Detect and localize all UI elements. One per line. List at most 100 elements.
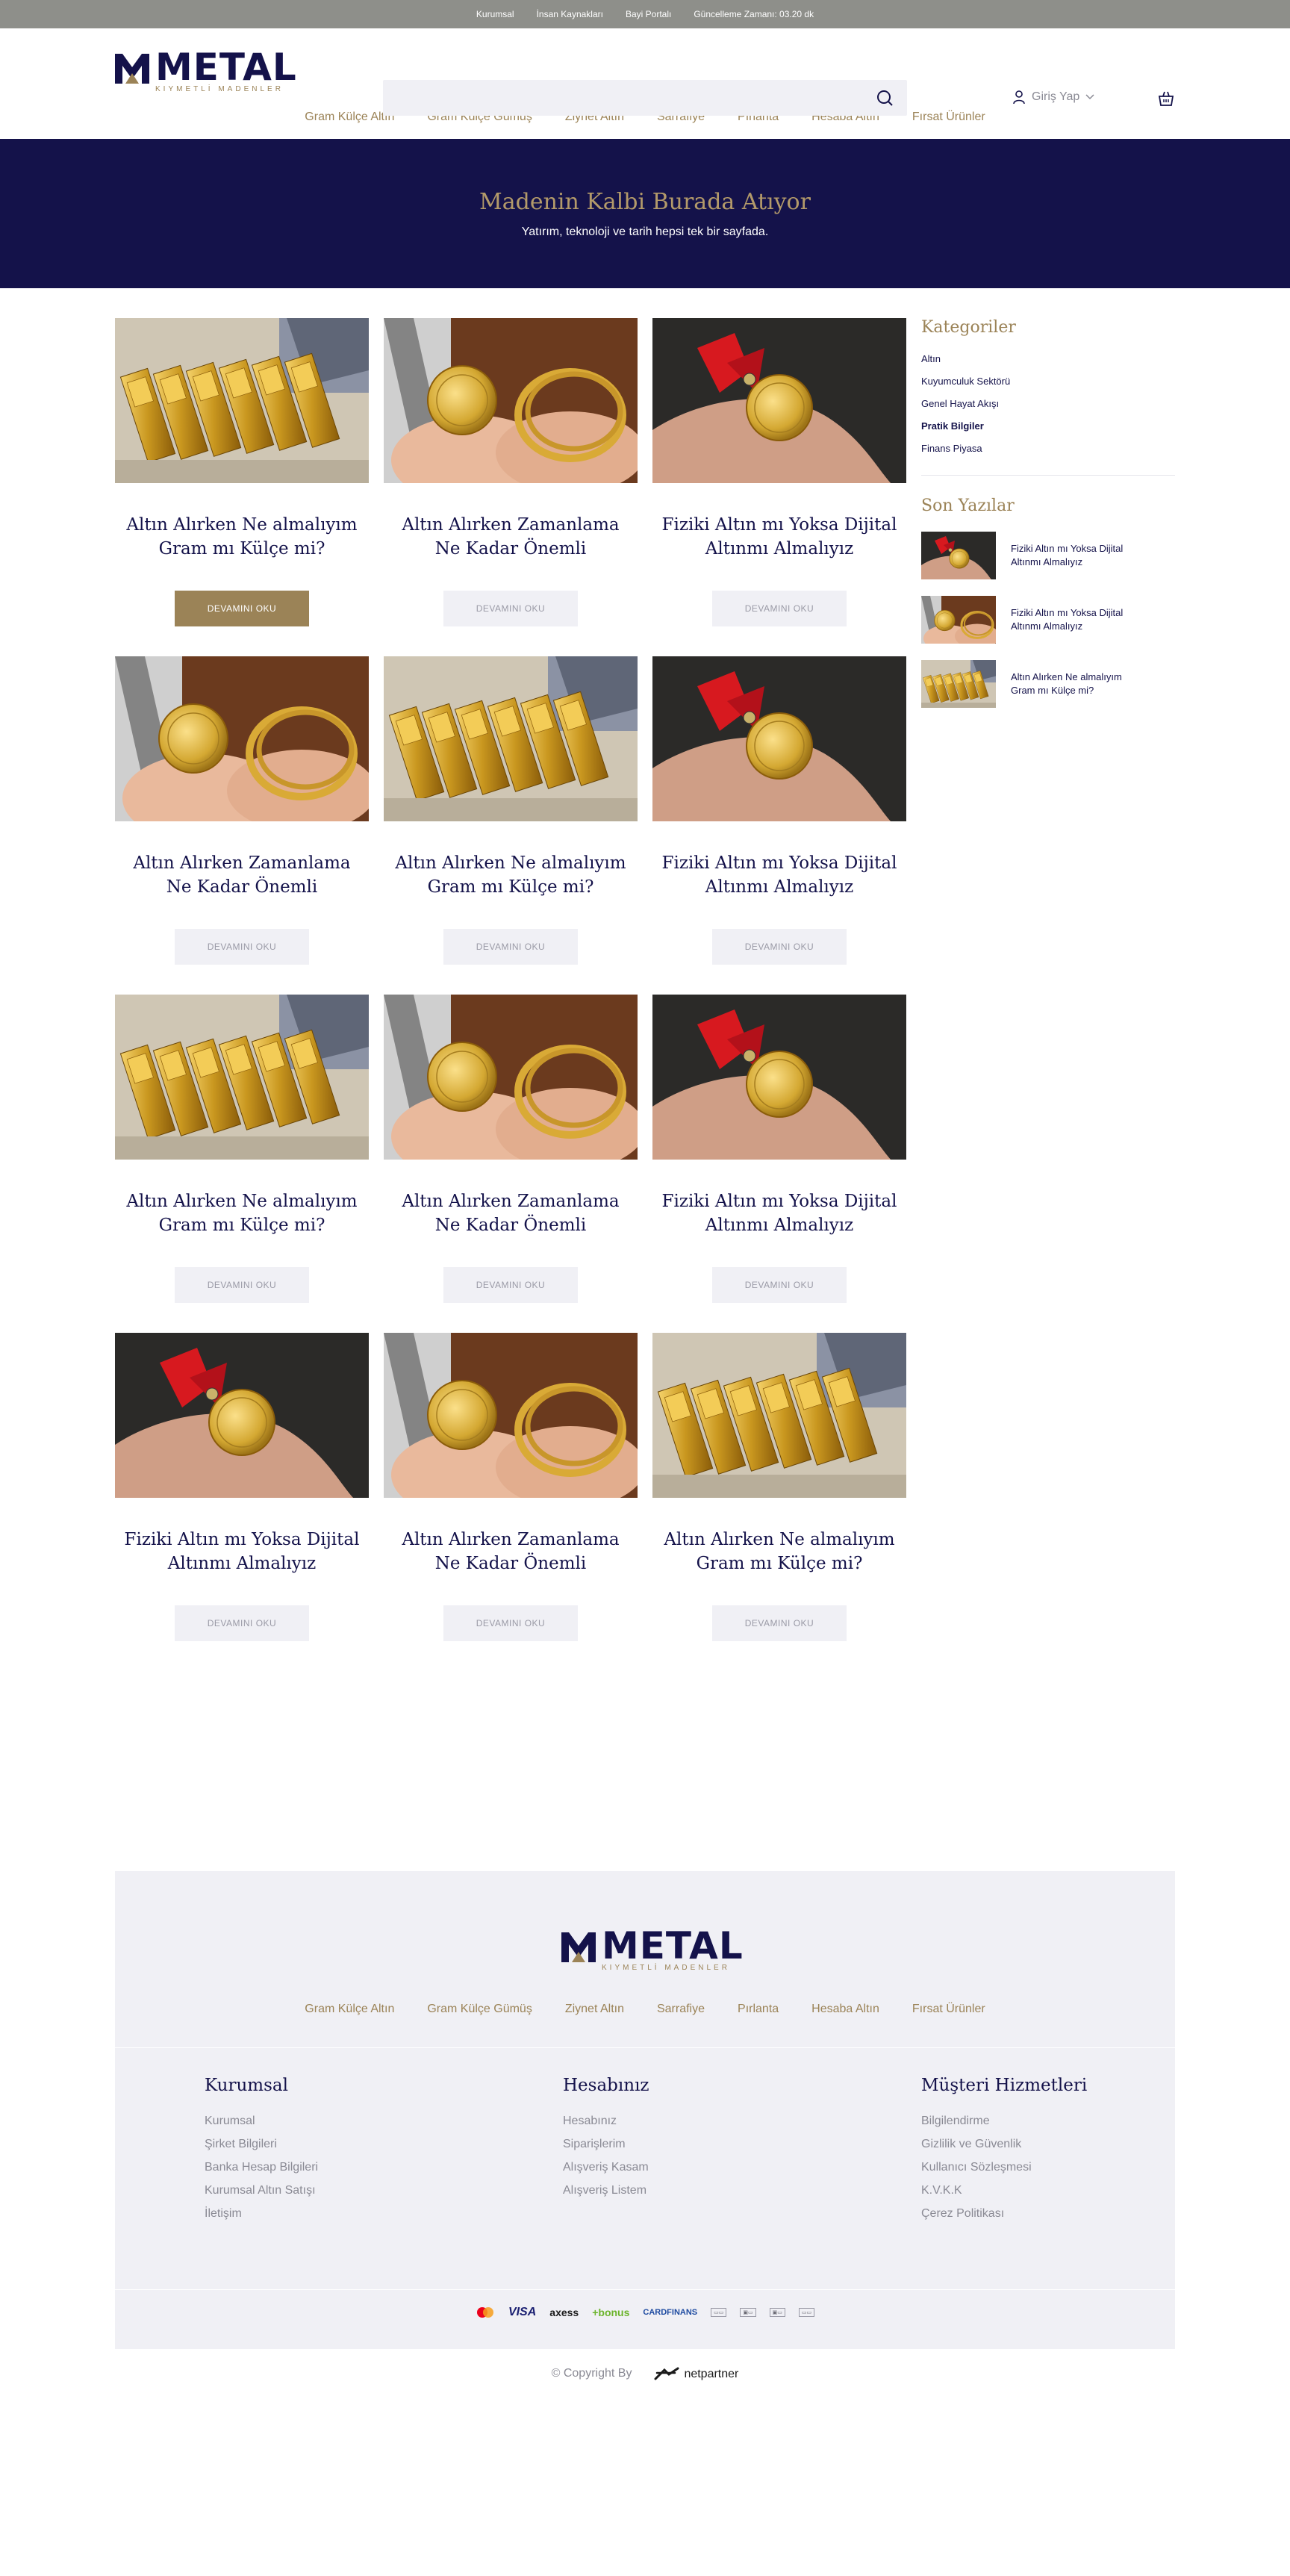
post-title-line: Ne Kadar Önemli [434,1554,587,1574]
post-image[interactable] [384,1333,638,1499]
read-more-button[interactable]: DEVAMINI OKU [175,1605,309,1641]
post-title[interactable]: Altın Alırken Ne almalıyım Gram mı Külçe… [122,1189,361,1237]
nav-item-gram-gold-bar[interactable]: Gram Külçe Altın [305,111,394,124]
post-title[interactable]: Altın Alırken Zamanlama Ne Kadar Önemli [122,851,361,899]
recent-post-item[interactable]: Fiziki Altın mı Yoksa Dijital Altınmı Al… [921,532,1175,579]
footer-link[interactable]: K.V.K.K [921,2184,1087,2197]
category-link[interactable]: Altın [921,353,1175,364]
post-title[interactable]: Altın Alırken Zamanlama Ne Kadar Önemli [391,513,630,561]
post-image[interactable] [652,318,906,484]
topbar-link-corporate[interactable]: Kurumsal [476,9,514,19]
topbar-link-dealer-portal[interactable]: Bayi Portalı [626,9,671,19]
read-more-button[interactable]: DEVAMINI OKU [712,929,847,965]
post-title-line: Altın Alırken Ne almalıyım [126,1192,358,1212]
post-image[interactable] [115,656,369,822]
footer-link[interactable]: İletişim [205,2207,318,2221]
footer-link[interactable]: Kurumsal [205,2115,318,2128]
blog-post-card: Fiziki Altın mı Yoksa Dijital Altınmı Al… [115,1333,369,1641]
category-link[interactable]: Genel Hayat Akışı [921,398,1175,409]
recent-post-title-line: Altınmı Almalıyız [1011,620,1083,632]
footer-column-corporate: Kurumsal Kurumsal Şirket Bilgileri Banka… [205,2076,318,2230]
post-image[interactable] [384,656,638,822]
category-link[interactable]: Kuyumculuk Sektörü [921,376,1175,387]
site-logo[interactable]: METAL KIYMETLİ MADENLER [115,49,297,93]
footer-logo[interactable]: METAL KIYMETLİ MADENLER [561,1924,744,1972]
footer-nav-diamond[interactable]: Pırlanta [738,2003,779,2016]
footer-nav-gold-account[interactable]: Hesaba Altın [811,2003,879,2016]
read-more-button[interactable]: DEVAMINI OKU [712,591,847,626]
cart-icon[interactable] [1157,90,1175,108]
read-more-button[interactable]: DEVAMINI OKU [175,1267,309,1303]
recent-post-title[interactable]: Altın Alırken Ne almalıyım Gram mı Külçe… [1011,671,1160,697]
post-title[interactable]: Altın Alırken Ne almalıyım Gram mı Külçe… [122,513,361,561]
footer-link[interactable]: Alışveriş Listem [563,2184,649,2197]
nav-item-deals[interactable]: Fırsat Ürünler [912,111,985,124]
read-more-button[interactable]: DEVAMINI OKU [712,1267,847,1303]
post-title-line: Altın Alırken Ne almalıyım [395,853,626,874]
recent-post-thumbnail[interactable] [921,532,996,579]
login-button[interactable]: Giriş Yap [1012,90,1094,105]
post-title[interactable]: Altın Alırken Zamanlama Ne Kadar Önemli [391,1528,630,1575]
search-input[interactable] [383,80,907,116]
footer-nav-gram-gold-bar[interactable]: Gram Külçe Altın [305,2003,394,2016]
post-title[interactable]: Fiziki Altın mı Yoksa Dijital Altınmı Al… [122,1528,361,1575]
read-more-button[interactable]: DEVAMINI OKU [443,591,578,626]
post-image[interactable] [115,318,369,484]
footer-link[interactable]: Kullanıcı Sözleşmesi [921,2161,1087,2174]
recent-post-title[interactable]: Fiziki Altın mı Yoksa Dijital Altınmı Al… [1011,606,1160,633]
footer-nav-deals[interactable]: Fırsat Ürünler [912,2003,985,2016]
post-title-line: Fiziki Altın mı Yoksa Dijital [661,1192,897,1212]
read-more-button[interactable]: DEVAMINI OKU [443,1267,578,1303]
blog-post-card: Fiziki Altın mı Yoksa Dijital Altınmı Al… [652,995,906,1303]
hero-title: Madenin Kalbi Burada Atıyor [479,188,811,215]
post-title[interactable]: Altın Alırken Zamanlama Ne Kadar Önemli [391,1189,630,1237]
category-link[interactable]: Finans Piyasa [921,443,1175,454]
recent-post-thumbnail[interactable] [921,596,996,644]
post-title-line: Altınmı Almalıyız [705,539,854,559]
footer-link[interactable]: Şirket Bilgileri [205,2138,318,2151]
post-image[interactable] [115,995,369,1160]
post-title[interactable]: Altın Alırken Ne almalıyım Gram mı Külçe… [391,851,630,899]
read-more-button[interactable]: DEVAMINI OKU [175,591,309,626]
footer-link[interactable]: Banka Hesap Bilgileri [205,2161,318,2174]
footer-link[interactable]: Kurumsal Altın Satışı [205,2184,318,2197]
post-title[interactable]: Altın Alırken Ne almalıyım Gram mı Külçe… [660,1528,899,1575]
recent-post-item[interactable]: Fiziki Altın mı Yoksa Dijital Altınmı Al… [921,596,1175,644]
top-bar: Kurumsal İnsan Kaynakları Bayi Portalı G… [0,0,1290,28]
footer-link[interactable]: Çerez Politikası [921,2207,1087,2221]
chevron-down-icon [1085,94,1094,100]
read-more-button[interactable]: DEVAMINI OKU [443,929,578,965]
topbar-link-hr[interactable]: İnsan Kaynakları [537,9,603,19]
footer-nav-ziynet-gold[interactable]: Ziynet Altın [565,2003,624,2016]
post-title[interactable]: Fiziki Altın mı Yoksa Dijital Altınmı Al… [660,1189,899,1237]
post-image[interactable] [652,1333,906,1499]
footer-link[interactable]: Alışveriş Kasam [563,2161,649,2174]
recent-post-thumbnail[interactable] [921,660,996,708]
post-image[interactable] [115,1333,369,1499]
footer-nav-gram-silver-bar[interactable]: Gram Külçe Gümüş [427,2003,532,2016]
footer-logo-name: METAL [602,1924,744,1967]
post-image[interactable] [384,995,638,1160]
post-image[interactable] [652,656,906,822]
search-icon[interactable] [876,89,894,107]
blog-post-card: Altın Alırken Ne almalıyım Gram mı Külçe… [384,656,638,965]
category-link[interactable]: Pratik Bilgiler [921,420,1175,432]
footer-link[interactable]: Bilgilendirme [921,2115,1087,2128]
payment-logos: VISA axess +bonus CARDFINANS ▭▭ ▣▭ ▣▭ ▭▭ [115,2306,1175,2319]
post-title[interactable]: Fiziki Altın mı Yoksa Dijital Altınmı Al… [660,851,899,899]
read-more-button[interactable]: DEVAMINI OKU [443,1605,578,1641]
footer-nav-sarrafiye[interactable]: Sarrafiye [657,2003,705,2016]
footer-link[interactable]: Siparişlerim [563,2138,649,2151]
footer-logo-subtitle: KIYMETLİ MADENLER [602,1964,730,1972]
netpartner-brand[interactable]: netpartner [654,2367,738,2382]
post-image[interactable] [652,995,906,1160]
read-more-button[interactable]: DEVAMINI OKU [712,1605,847,1641]
post-title[interactable]: Fiziki Altın mı Yoksa Dijital Altınmı Al… [660,513,899,561]
recent-post-item[interactable]: Altın Alırken Ne almalıyım Gram mı Külçe… [921,660,1175,708]
recent-post-title[interactable]: Fiziki Altın mı Yoksa Dijital Altınmı Al… [1011,542,1160,569]
read-more-button[interactable]: DEVAMINI OKU [175,929,309,965]
blog-post-card: Altın Alırken Zamanlama Ne Kadar Önemli … [115,656,369,965]
footer-link[interactable]: Gizlilik ve Güvenlik [921,2138,1087,2151]
post-image[interactable] [384,318,638,484]
footer-link[interactable]: Hesabınız [563,2115,649,2128]
